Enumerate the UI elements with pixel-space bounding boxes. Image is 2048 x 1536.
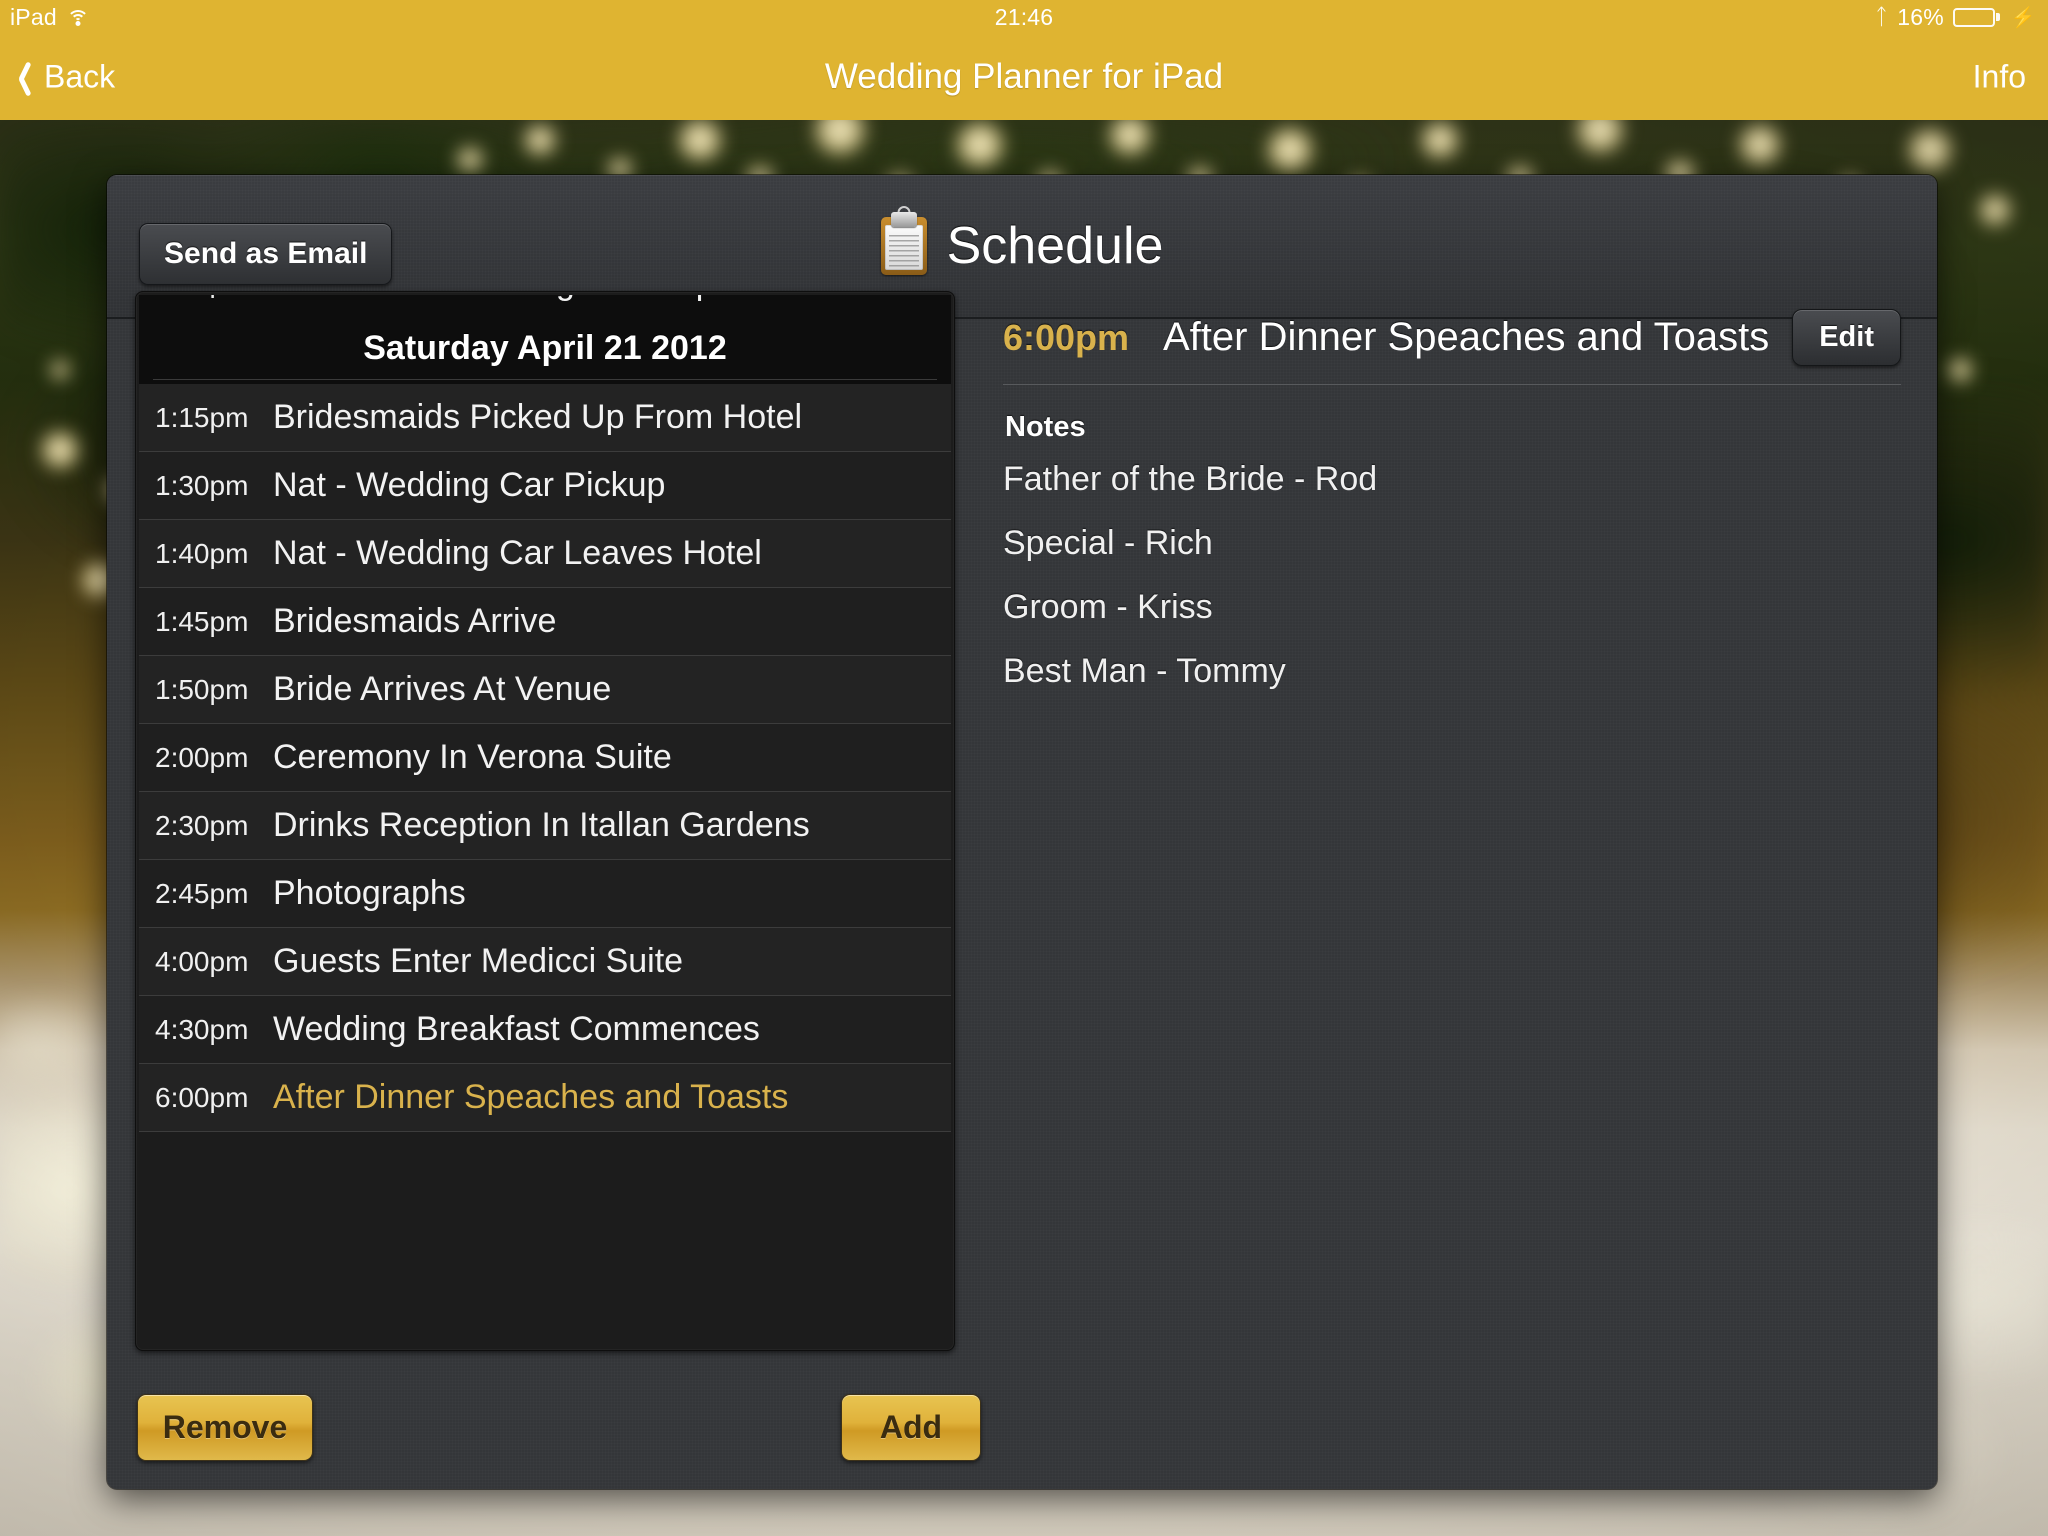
clipped-row-title: Guests Start Arriving At Compton Acres bbox=[263, 295, 856, 303]
schedule-row[interactable]: 1:50pm Bride Arrives At Venue bbox=[139, 656, 951, 724]
schedule-row-time: 1:50pm bbox=[155, 673, 249, 705]
page-title: Wedding Planner for iPad bbox=[824, 57, 1224, 96]
schedule-row-title: Nat - Wedding Car Leaves Hotel bbox=[273, 534, 762, 572]
schedule-row-title: After Dinner Speaches and Toasts bbox=[273, 1078, 789, 1116]
panel-body: 1:00pm Guests Start Arriving At Compton … bbox=[107, 291, 1937, 1487]
note-line: Groom - Kriss bbox=[1003, 588, 1213, 626]
schedule-row[interactable]: 1:15pm Bridesmaids Picked Up From Hotel bbox=[139, 384, 951, 452]
schedule-row-title: Bridesmaids Arrive bbox=[273, 602, 557, 640]
schedule-row-time: 1:45pm bbox=[155, 605, 249, 637]
schedule-row-clipped[interactable]: 1:00pm Guests Start Arriving At Compton … bbox=[139, 295, 951, 317]
battery-icon bbox=[1952, 7, 2000, 27]
schedule-row-title: Photographs bbox=[273, 874, 466, 912]
schedule-row[interactable]: 2:30pm Drinks Reception In Itallan Garden… bbox=[139, 792, 951, 860]
schedule-rows: 1:15pm Bridesmaids Picked Up From Hotel 1:… bbox=[139, 384, 951, 1132]
detail-time: 6:00pm bbox=[1003, 316, 1130, 358]
schedule-row-time: 2:00pm bbox=[155, 741, 249, 773]
detail-header: 6:00pm After Dinner Speaches and Toasts … bbox=[1003, 309, 1901, 385]
remove-button[interactable]: Remove bbox=[137, 1394, 313, 1461]
panel-title: Schedule bbox=[946, 217, 1164, 275]
schedule-list-scroll[interactable]: 1:00pm Guests Start Arriving At Compton … bbox=[139, 295, 951, 1347]
schedule-row-time: 1:15pm bbox=[155, 401, 249, 433]
schedule-row-title: Drinks Reception In Itallan Gardens bbox=[273, 806, 810, 844]
detail-title: After Dinner Speaches and Toasts bbox=[1163, 315, 1770, 359]
schedule-row[interactable]: 4:30pm Wedding Breakfast Commences bbox=[139, 996, 951, 1064]
schedule-date-header: Saturday April 21 2012 bbox=[139, 317, 951, 384]
schedule-row-title: Nat - Wedding Car Pickup bbox=[273, 466, 666, 504]
notes-label: Notes bbox=[1005, 411, 1086, 443]
schedule-list-card[interactable]: 1:00pm Guests Start Arriving At Compton … bbox=[135, 291, 955, 1351]
note-line: Best Man - Tommy bbox=[1003, 652, 1286, 690]
note-line: Special - Rich bbox=[1003, 524, 1213, 562]
schedule-row-time: 6:00pm bbox=[155, 1081, 249, 1113]
schedule-row[interactable]: 1:30pm Nat - Wedding Car Pickup bbox=[139, 452, 951, 520]
add-button[interactable]: Add bbox=[841, 1394, 981, 1461]
schedule-row-title: Bridesmaids Picked Up From Hotel bbox=[273, 398, 803, 436]
schedule-row[interactable]: 6:00pm After Dinner Speaches and Toasts bbox=[139, 1064, 951, 1132]
notes-list: Father of the Bride - Rod Special - Rich G… bbox=[999, 448, 1901, 704]
info-button[interactable]: Info bbox=[1973, 59, 2026, 96]
status-bar: iPad 21:46 ᛏ 16% ⚡ bbox=[0, 0, 2048, 34]
schedule-row-title: Guests Enter Medicci Suite bbox=[273, 942, 684, 980]
schedule-row[interactable]: 4:00pm Guests Enter Medicci Suite bbox=[139, 928, 951, 996]
schedule-row-title: Wedding Breakfast Commences bbox=[273, 1010, 760, 1048]
schedule-row-time: 4:30pm bbox=[155, 1013, 249, 1045]
schedule-row-title: Bride Arrives At Venue bbox=[273, 670, 612, 708]
schedule-row-time: 1:30pm bbox=[155, 469, 249, 501]
clipboard-icon bbox=[880, 206, 927, 275]
schedule-row[interactable]: 2:45pm Photographs bbox=[139, 860, 951, 928]
schedule-row-time: 4:00pm bbox=[155, 945, 249, 977]
navigation-bar: Back Wedding Planner for iPad Info bbox=[0, 34, 2048, 120]
panel-title-group: Schedule bbox=[107, 206, 1937, 276]
clipped-row-time: 1:00pm bbox=[139, 295, 263, 299]
schedule-row-time: 1:40pm bbox=[155, 537, 249, 569]
schedule-row-title: Ceremony In Verona Suite bbox=[273, 738, 672, 776]
status-bar-clock: 21:46 bbox=[994, 3, 1054, 30]
schedule-row[interactable]: 2:00pm Ceremony In Verona Suite bbox=[139, 724, 951, 792]
schedule-row-time: 2:30pm bbox=[155, 809, 249, 841]
schedule-panel: Send as Email Schedule 1:00pm Guests Sta… bbox=[107, 175, 1937, 1489]
detail-pane: 6:00pm After Dinner Speaches and Toasts … bbox=[997, 309, 1901, 704]
edit-button[interactable]: Edit bbox=[1792, 309, 1901, 366]
schedule-row-time: 2:45pm bbox=[155, 877, 249, 909]
schedule-row[interactable]: 1:45pm Bridesmaids Arrive bbox=[139, 588, 951, 656]
note-line: Father of the Bride - Rod bbox=[1003, 460, 1378, 498]
schedule-row[interactable]: 1:40pm Nat - Wedding Car Leaves Hotel bbox=[139, 520, 951, 588]
bluetooth-icon: ᛏ bbox=[1874, 4, 1889, 29]
